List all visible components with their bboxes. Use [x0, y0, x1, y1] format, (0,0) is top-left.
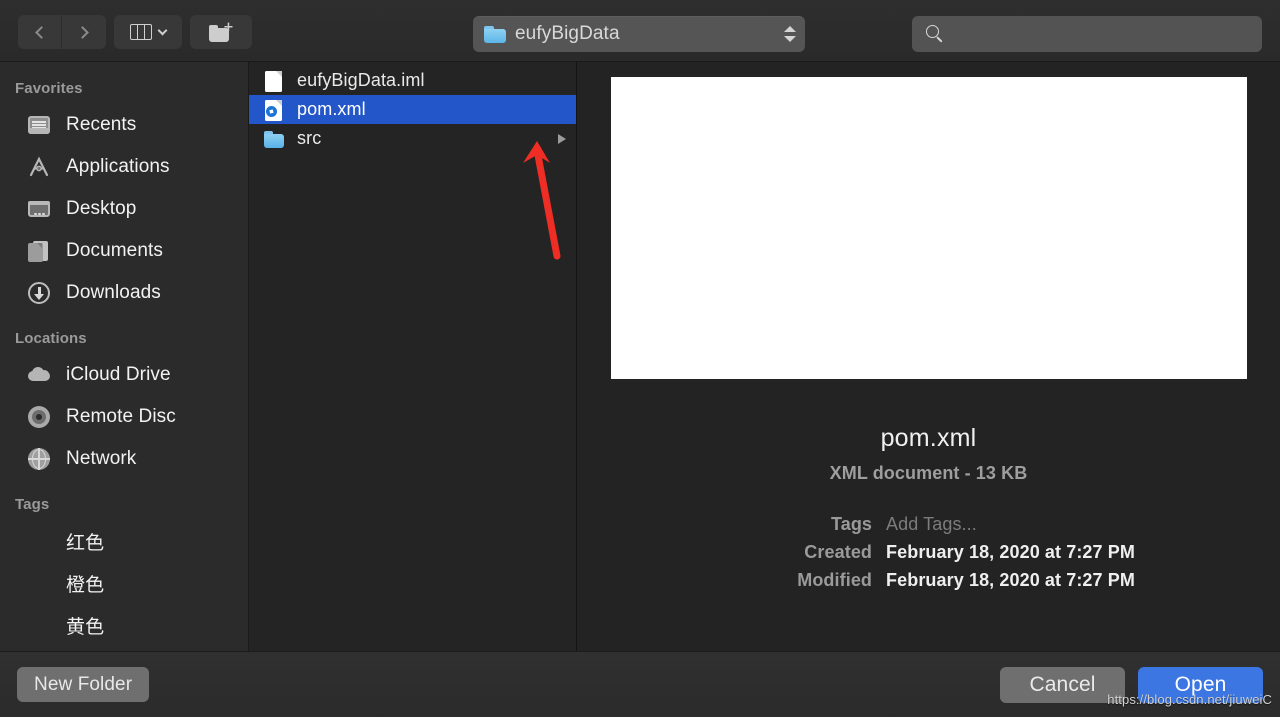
search-icon	[926, 25, 944, 43]
sidebar-item-remote-disc[interactable]: Remote Disc	[0, 396, 248, 438]
open-file-dialog: + eufyBigData Favorites Recents Applicat…	[0, 0, 1280, 717]
sidebar-item-network[interactable]: Network	[0, 438, 248, 480]
search-input[interactable]	[952, 25, 1252, 43]
network-icon	[26, 447, 52, 471]
file-name: src	[297, 128, 322, 148]
sidebar-section-tags-title: Tags	[15, 496, 50, 513]
navigation-segmented-control	[18, 15, 106, 49]
file-list-column: eufyBigData.iml pom.xml src	[249, 62, 577, 651]
preview-file-name: pom.xml	[880, 424, 977, 452]
metadata-key-created: Created	[804, 542, 873, 562]
disc-icon	[26, 405, 52, 429]
recents-icon	[26, 113, 52, 137]
toolbar-left-controls: +	[18, 15, 252, 49]
new-folder-icon: +	[209, 21, 234, 42]
view-mode-button[interactable]	[114, 15, 182, 49]
sidebar-item-label: Downloads	[66, 282, 161, 303]
chevron-right-icon	[76, 25, 89, 39]
sidebar-item-label: Recents	[66, 114, 137, 135]
sidebar-item-label: Desktop	[66, 198, 137, 219]
sidebar-item-label: 黄色	[66, 616, 105, 638]
toolbar: + eufyBigData	[0, 0, 1280, 62]
file-preview-thumbnail	[610, 77, 1247, 379]
sidebar-section-locations-title: Locations	[15, 330, 87, 347]
folder-icon	[263, 127, 285, 151]
sidebar-item-applications[interactable]: Applications	[0, 146, 248, 188]
sidebar-item-recents[interactable]: Recents	[0, 104, 248, 146]
metadata-key-modified: Modified	[797, 570, 873, 590]
sidebar-item-label: iCloud Drive	[66, 364, 171, 385]
icloud-icon	[26, 363, 52, 387]
forward-button[interactable]	[62, 15, 106, 49]
sidebar-item-desktop[interactable]: Desktop	[0, 188, 248, 230]
tag-dot-icon	[26, 571, 52, 595]
back-button[interactable]	[18, 15, 62, 49]
path-popup-button[interactable]: eufyBigData	[473, 16, 805, 52]
applications-icon	[26, 155, 52, 179]
file-list-row-src[interactable]: src	[249, 124, 576, 153]
file-name: pom.xml	[297, 99, 366, 119]
metadata-value-created: February 18, 2020 at 7:27 PM	[886, 542, 1135, 562]
chevron-left-icon	[34, 25, 48, 39]
document-icon	[263, 69, 285, 93]
documents-icon	[26, 239, 52, 263]
sidebar-item-label: Remote Disc	[66, 406, 176, 427]
file-list-row-iml[interactable]: eufyBigData.iml	[249, 66, 576, 95]
sidebar-item-label: Applications	[66, 156, 170, 177]
current-folder-label: eufyBigData	[515, 23, 620, 44]
file-list-row-pom-xml[interactable]: pom.xml	[249, 95, 576, 124]
dialog-body: Favorites Recents Applications Desktop D…	[0, 62, 1280, 651]
preview-file-kind-size: XML document - 13 KB	[829, 463, 1028, 483]
footer-bar: New Folder Cancel Open	[0, 651, 1280, 717]
sidebar-item-tag-orange[interactable]: 橙色	[0, 562, 248, 604]
stepper-icon	[783, 26, 797, 42]
file-name: eufyBigData.iml	[297, 70, 425, 90]
sidebar-item-label: 橙色	[66, 574, 105, 596]
sidebar-item-label: 红色	[66, 532, 105, 554]
sidebar-section-favorites-title: Favorites	[15, 80, 83, 97]
new-folder-toolbar-button[interactable]: +	[190, 15, 252, 49]
watermark-text: https://blog.csdn.net/jiuweiC	[1107, 692, 1272, 707]
column-view-icon	[130, 24, 152, 40]
chevron-down-icon	[157, 25, 168, 36]
metadata-value-tags[interactable]: Add Tags...	[886, 514, 1135, 535]
sidebar-item-tag-yellow[interactable]: 黄色	[0, 604, 248, 646]
new-folder-button[interactable]: New Folder	[17, 667, 150, 702]
tag-dot-icon	[26, 613, 52, 637]
metadata-value-modified: February 18, 2020 at 7:27 PM	[886, 570, 1135, 590]
preview-pane: pom.xml XML document - 13 KB Tags Add Ta…	[577, 62, 1280, 651]
preview-metadata: Tags Add Tags... Created February 18, 20…	[722, 514, 1135, 591]
sidebar-item-label: Network	[66, 448, 137, 469]
sidebar-item-tag-red[interactable]: 红色	[0, 520, 248, 562]
sidebar: Favorites Recents Applications Desktop D…	[0, 62, 249, 651]
sidebar-item-downloads[interactable]: Downloads	[0, 272, 248, 314]
search-field[interactable]	[912, 16, 1262, 52]
desktop-icon	[26, 197, 52, 221]
sidebar-item-documents[interactable]: Documents	[0, 230, 248, 272]
metadata-key-tags: Tags	[830, 514, 873, 534]
sidebar-item-label: Documents	[66, 240, 163, 261]
folder-icon	[484, 25, 506, 43]
sidebar-item-icloud-drive[interactable]: iCloud Drive	[0, 354, 248, 396]
tag-dot-icon	[26, 529, 52, 553]
disclosure-triangle-icon[interactable]	[558, 133, 566, 144]
xml-document-icon	[263, 98, 285, 122]
downloads-icon	[26, 281, 52, 305]
